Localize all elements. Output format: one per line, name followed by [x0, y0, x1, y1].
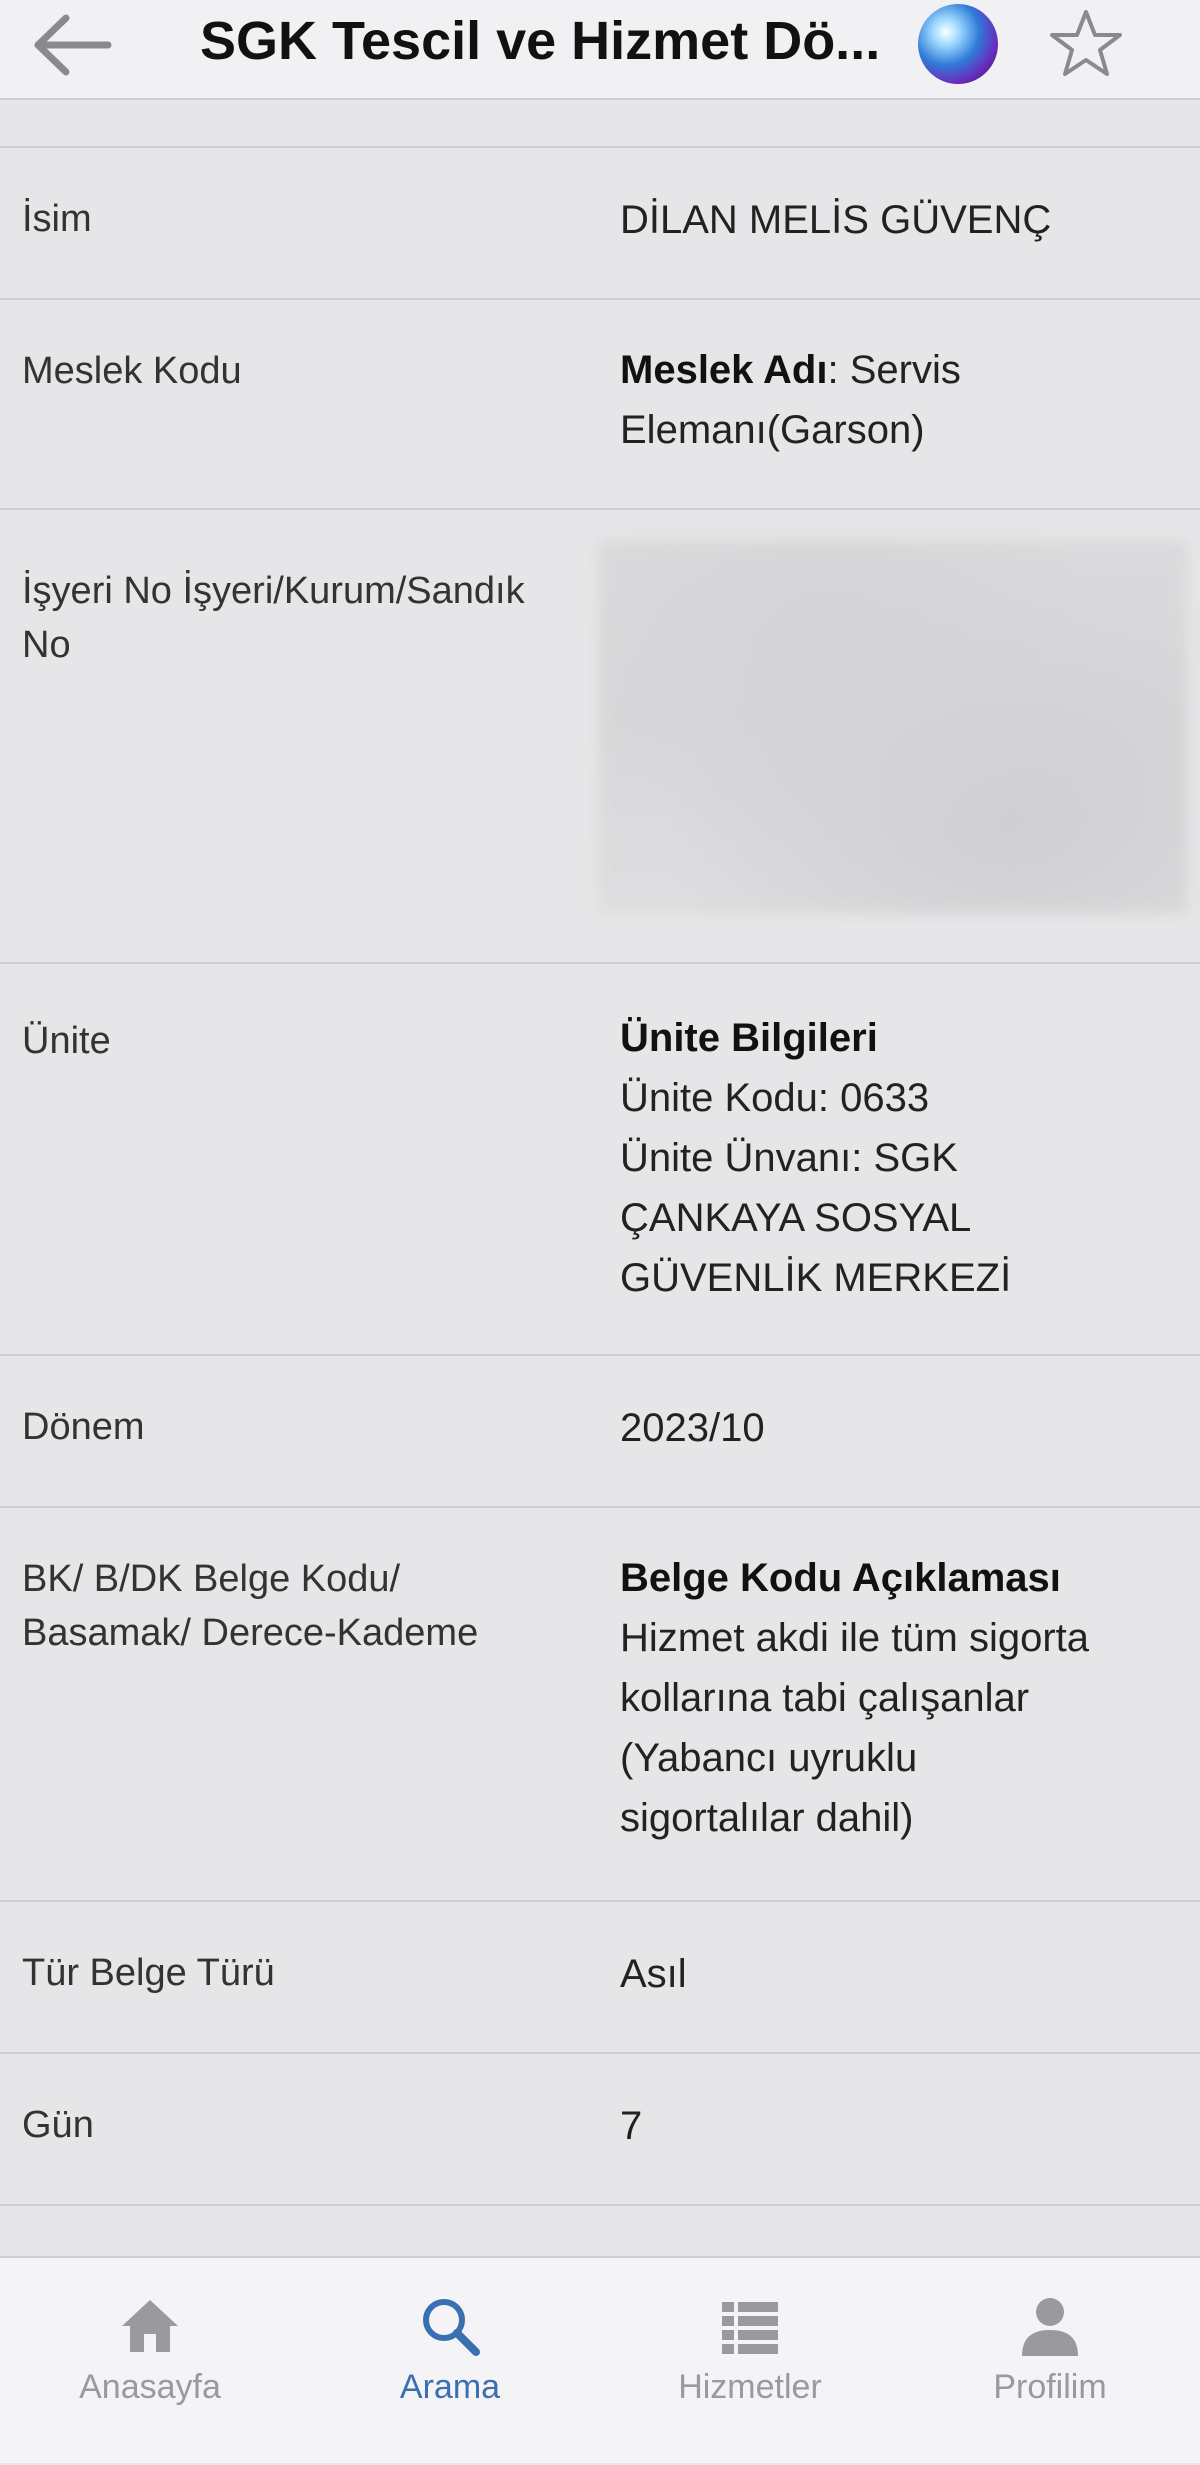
value-heading: Ünite Bilgileri — [620, 1016, 878, 1060]
value-text: (Yabancı uyruklu — [620, 1736, 918, 1780]
row-value: DİLAN MELİS GÜVENÇ — [620, 198, 1052, 242]
value-text: : Servis — [827, 348, 961, 392]
row-label: Tür Belge Türü — [22, 1952, 275, 1994]
row-label: Meslek Kodu — [22, 350, 242, 392]
row-value: 7 — [620, 2104, 643, 2148]
arrow-left-icon — [34, 14, 112, 76]
label-line: Basamak/ Derece-Kademe — [22, 1612, 479, 1654]
row-label: Ünite — [22, 1020, 111, 1062]
value-text: Hizmet akdi ile tüm sigorta — [620, 1616, 1090, 1660]
label-line: İşyeri No İşyeri/Kurum/Sandık — [22, 570, 525, 612]
list-icon — [722, 2302, 778, 2354]
tab-label: Arama — [399, 2368, 501, 2406]
value-text: Ünite Ünvanı: SGK — [620, 1136, 958, 1180]
tab-label: Profilim — [993, 2368, 1107, 2406]
value-text: kollarına tabi çalışanlar — [620, 1676, 1030, 1720]
row-donem: Dönem 2023/10 — [0, 1356, 1200, 1508]
bottom-tab-bar: Anasayfa Arama Hizmetler Profilim — [0, 2256, 1200, 2463]
row-value: Ünite Bilgileri Ünite Kodu: 0633 Ünite Ü… — [620, 1008, 1180, 1308]
user-icon — [1022, 2298, 1078, 2356]
value-text: ÇANKAYA SOSYAL — [620, 1196, 972, 1240]
row-value: 2023/10 — [620, 1406, 765, 1450]
detail-list[interactable]: İsim DİLAN MELİS GÜVENÇ Meslek Kodu Mesl… — [0, 100, 1200, 2250]
tab-label: Hizmetler — [678, 2368, 822, 2406]
row-gun: Gün 7 — [0, 2054, 1200, 2206]
row-value: Asıl — [620, 1952, 687, 1996]
tab-arama[interactable]: Arama — [300, 2258, 600, 2465]
app-header: SGK Tescil ve Hizmet Dö... — [0, 0, 1200, 100]
home-icon — [122, 2300, 178, 2352]
tab-label: Anasayfa — [79, 2368, 221, 2406]
label-line: BK/ B/DK Belge Kodu/ — [22, 1558, 401, 1600]
page-title: SGK Tescil ve Hizmet Dö... — [200, 11, 881, 71]
star-outline-icon — [1050, 10, 1122, 76]
back-button[interactable] — [28, 10, 118, 80]
value-text: Ünite Kodu: 0633 — [620, 1076, 930, 1120]
row-value: Belge Kodu Açıklaması Hizmet akdi ile tü… — [620, 1548, 1180, 1848]
value-text: Elemanı(Garson) — [620, 408, 925, 452]
favorite-button[interactable] — [1046, 4, 1126, 84]
value-heading: Belge Kodu Açıklaması — [620, 1556, 1061, 1600]
redacted-value — [598, 540, 1188, 914]
partial-row-clipped — [0, 100, 1200, 148]
label-line: No — [22, 624, 71, 666]
row-meslek-kodu: Meslek Kodu Meslek Adı: Servis Elemanı(G… — [0, 300, 1200, 510]
row-value: Meslek Adı: Servis Elemanı(Garson) — [620, 340, 1180, 460]
value-text: GÜVENLİK MERKEZİ — [620, 1256, 1012, 1300]
siri-icon[interactable] — [918, 4, 998, 84]
row-label: BK/ B/DK Belge Kodu/ Basamak/ Derece-Kad… — [22, 1552, 592, 1660]
row-label: Dönem — [22, 1406, 145, 1448]
row-unite: Ünite Ünite Bilgileri Ünite Kodu: 0633 Ü… — [0, 964, 1200, 1356]
row-isim: İsim DİLAN MELİS GÜVENÇ — [0, 148, 1200, 300]
value-heading: Meslek Adı — [620, 348, 828, 392]
value-text: sigortalılar dahil) — [620, 1796, 914, 1840]
row-label: Gün — [22, 2104, 94, 2146]
row-belge-kodu: BK/ B/DK Belge Kodu/ Basamak/ Derece-Kad… — [0, 1508, 1200, 1902]
row-belge-turu: Tür Belge Türü Asıl — [0, 1902, 1200, 2054]
tab-profilim[interactable]: Profilim — [900, 2258, 1200, 2465]
row-label: İsim — [22, 198, 92, 240]
tab-hizmetler[interactable]: Hizmetler — [600, 2258, 900, 2465]
tab-anasayfa[interactable]: Anasayfa — [0, 2258, 300, 2465]
row-label: İşyeri No İşyeri/Kurum/Sandık No — [22, 564, 592, 672]
search-icon — [423, 2299, 480, 2356]
